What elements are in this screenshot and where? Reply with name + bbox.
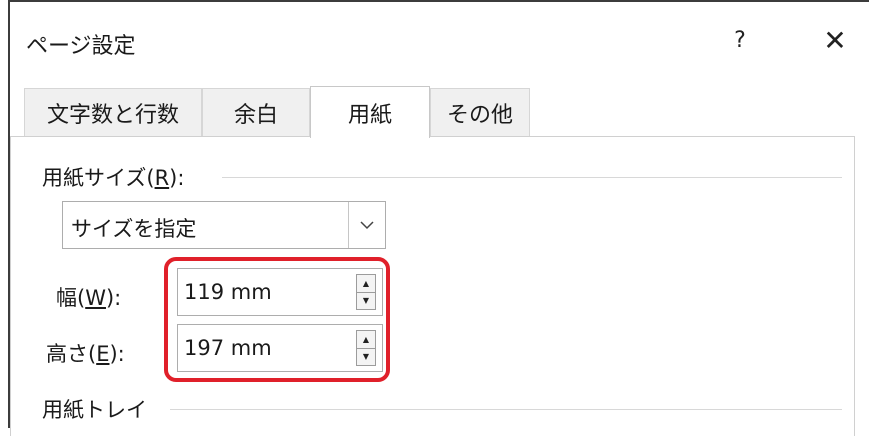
tab-paper[interactable]: 用紙 xyxy=(310,86,430,138)
paper-size-label-suffix: ): xyxy=(169,166,185,190)
paper-size-dropdown[interactable]: サイズを指定 xyxy=(62,201,386,249)
height-label: 高さ(E): xyxy=(46,338,125,368)
width-label: 幅(W): xyxy=(56,282,121,312)
increment-arrow-icon[interactable]: ▲ xyxy=(357,331,375,349)
paper-size-label: 用紙サイズ(R): xyxy=(42,162,185,192)
tab-characters-lines[interactable]: 文字数と行数 xyxy=(24,88,202,136)
decrement-arrow-icon[interactable]: ▼ xyxy=(357,292,375,309)
height-input[interactable]: 197 mm xyxy=(184,336,272,360)
dialog-title: ページ設定 xyxy=(26,34,136,59)
tab-other[interactable]: その他 xyxy=(430,88,530,136)
height-access-key: E xyxy=(96,342,110,366)
width-input[interactable]: 119 mm xyxy=(184,280,272,304)
width-access-key: W xyxy=(85,286,106,310)
paper-size-divider xyxy=(222,177,842,178)
page-setup-dialog: ページ設定 ? ✕ 文字数と行数 余白 用紙 その他 用紙サイズ(R): サイズ… xyxy=(8,0,869,436)
height-spin-buttons[interactable]: ▲ ▼ xyxy=(356,330,376,366)
width-label-suffix: ): xyxy=(105,286,122,310)
width-spin-buttons[interactable]: ▲ ▼ xyxy=(356,274,376,310)
decrement-arrow-icon[interactable]: ▼ xyxy=(357,348,375,365)
height-label-suffix: ): xyxy=(109,342,125,366)
increment-arrow-icon[interactable]: ▲ xyxy=(357,275,375,293)
paper-size-access-key: R xyxy=(154,166,170,190)
paper-size-label-text: 用紙サイズ( xyxy=(42,166,155,190)
paper-tray-label: 用紙トレイ xyxy=(42,394,147,424)
chevron-down-icon[interactable] xyxy=(348,202,385,248)
width-spinbox[interactable]: 119 mm ▲ ▼ xyxy=(177,268,383,316)
paper-size-selected-value: サイズを指定 xyxy=(71,217,197,241)
paper-tray-divider xyxy=(170,409,842,410)
close-button[interactable]: ✕ xyxy=(815,20,855,60)
tab-bar: 文字数と行数 余白 用紙 その他 xyxy=(10,86,869,138)
tab-margins[interactable]: 余白 xyxy=(202,88,310,136)
width-label-text: 幅( xyxy=(56,286,86,310)
height-label-text: 高さ( xyxy=(46,342,97,366)
height-spinbox[interactable]: 197 mm ▲ ▼ xyxy=(177,324,383,372)
help-button[interactable]: ? xyxy=(720,20,760,60)
